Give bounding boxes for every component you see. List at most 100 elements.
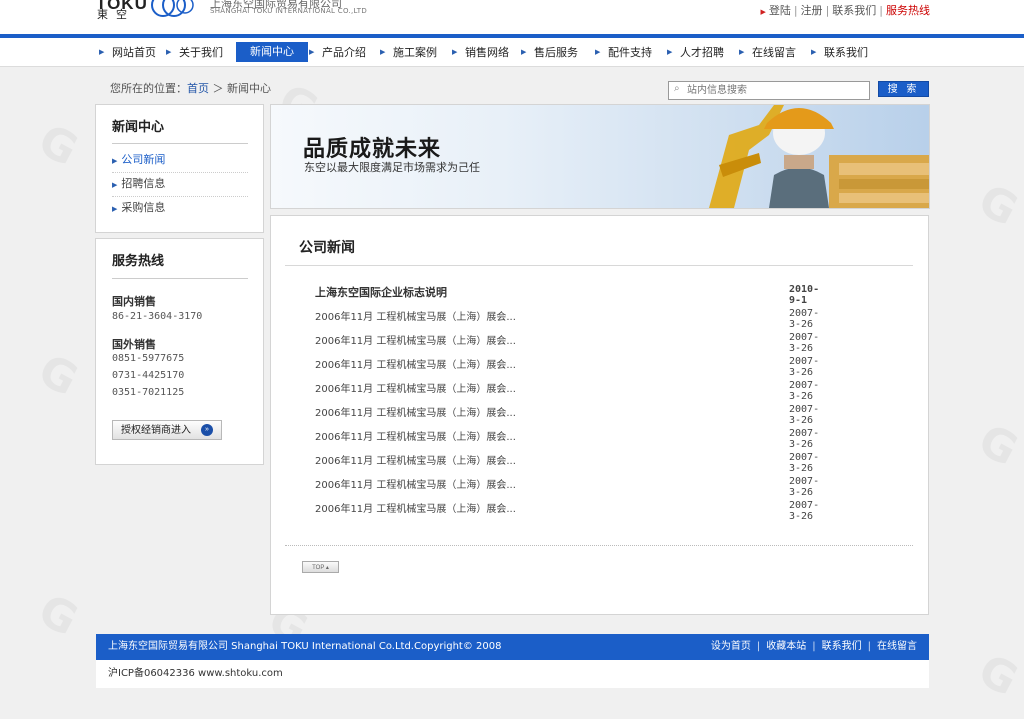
news-date: 2007-3-26 <box>789 308 820 330</box>
bookmark-link[interactable]: 收藏本站 <box>766 641 806 652</box>
news-title: 上海东空国际企业标志说明 <box>315 286 447 299</box>
news-title: 2006年11月 工程机械宝马展（上海）展会... <box>315 384 516 395</box>
nav-arrow-icon: ▶ <box>667 48 673 56</box>
nav-item-careers[interactable]: ▶ 人才招聘 <box>664 44 730 64</box>
nav-arrow-icon: ▶ <box>309 48 315 56</box>
news-title: 2006年11月 工程机械宝马展（上海）展会... <box>315 480 516 491</box>
domestic-phone: 86-21-3604-3170 <box>112 311 203 322</box>
news-list-title: 公司新闻 <box>299 240 355 256</box>
watermark: G <box>30 115 86 177</box>
dealer-login-button[interactable]: 授权经销商进入» <box>112 420 222 440</box>
watermark: G <box>970 415 1024 477</box>
sidebar-item-recruitment[interactable]: ▶ 招聘信息 <box>112 174 248 197</box>
arrow-icon: ▶ <box>112 157 118 165</box>
search-icon: ⌕ <box>674 83 680 94</box>
news-title: 2006年11月 工程机械宝马展（上海）展会... <box>315 504 516 515</box>
register-link[interactable]: 注册 <box>801 4 823 17</box>
divider <box>285 545 913 546</box>
nav-item-news[interactable]: 新闻中心 <box>236 42 308 62</box>
news-title: 2006年11月 工程机械宝马展（上海）展会... <box>315 432 516 443</box>
footer-contact-link[interactable]: 联系我们 <box>822 641 862 652</box>
search-button[interactable]: 搜 索 <box>878 81 929 97</box>
top-links: ▶ 登陆 | 注册 | 联系我们 | 服务热线 <box>760 4 930 17</box>
watermark: G <box>970 645 1024 707</box>
search-input[interactable] <box>687 83 863 97</box>
divider <box>112 278 248 279</box>
news-title: 2006年11月 工程机械宝马展（上海）展会... <box>315 336 516 347</box>
news-item[interactable]: 2006年11月 工程机械宝马展（上海）展会... 2007-3-26 <box>315 308 819 330</box>
nav-item-sales-network[interactable]: ▶ 销售网络 <box>449 44 515 64</box>
nav-arrow-icon: ▶ <box>811 48 817 56</box>
news-item[interactable]: 2006年11月 工程机械宝马展（上海）展会... 2007-3-26 <box>315 356 819 378</box>
logo-rings-icon <box>151 0 194 17</box>
sidebar-item-procurement[interactable]: ▶ 采购信息 <box>112 198 248 220</box>
arrow-icon: ▶ <box>112 181 118 189</box>
news-date: 2007-3-26 <box>789 476 820 498</box>
nav-item-about[interactable]: ▶ 关于我们 <box>163 44 229 64</box>
hotline-link[interactable]: 服务热线 <box>886 4 930 17</box>
back-to-top-button[interactable]: TOP ▴ <box>302 561 339 573</box>
footer-copyright: 上海东空国际贸易有限公司 Shanghai TOKU International… <box>108 641 502 652</box>
nav-item-message[interactable]: ▶ 在线留言 <box>736 44 802 64</box>
watermark: G <box>970 175 1024 237</box>
news-title: 2006年11月 工程机械宝马展（上海）展会... <box>315 456 516 467</box>
nav-arrow-icon: ▶ <box>595 48 601 56</box>
nav-item-cases[interactable]: ▶ 施工案例 <box>377 44 443 64</box>
login-link[interactable]: 登陆 <box>769 4 791 17</box>
sidebar-hotline-panel: 服务热线 国内销售 86-21-3604-3170 国外销售 0851-5977… <box>95 238 264 465</box>
nav-item-parts[interactable]: ▶ 配件支持 <box>592 44 658 64</box>
sidebar-item-company-news[interactable]: ▶ 公司新闻 <box>112 150 248 173</box>
news-item[interactable]: 2006年11月 工程机械宝马展（上海）展会... 2007-3-26 <box>315 404 819 426</box>
news-list-panel: 公司新闻 上海东空国际企业标志说明 2010-9-1 2006年11月 工程机械宝… <box>270 215 929 615</box>
overseas-sales-label: 国外销售 <box>112 338 156 351</box>
footer-message-link[interactable]: 在线留言 <box>877 641 917 652</box>
news-item[interactable]: 上海东空国际企业标志说明 2010-9-1 <box>315 284 819 306</box>
nav-item-home[interactable]: ▶ 网站首页 <box>96 44 162 64</box>
nav-item-after-sales[interactable]: ▶ 售后服务 <box>518 44 584 64</box>
nav-arrow-icon: ▶ <box>380 48 386 56</box>
sidebar-hotline-title: 服务热线 <box>112 254 165 269</box>
sidebar-news-panel: 新闻中心 ▶ 公司新闻 ▶ 招聘信息 ▶ 采购信息 <box>95 104 264 233</box>
overseas-phone: 0731-4425170 <box>112 370 185 381</box>
nav-arrow-icon: ▶ <box>739 48 745 56</box>
nav-item-products[interactable]: ▶ 产品介绍 <box>306 44 372 64</box>
footer-icp: 沪ICP备06042336 www.shtoku.com <box>96 660 929 688</box>
nav-item-contact[interactable]: ▶ 联系我们 <box>808 44 874 64</box>
footer-bar: 上海东空国际贸易有限公司 Shanghai TOKU International… <box>96 634 929 660</box>
contact-link[interactable]: 联系我们 <box>832 4 876 17</box>
nav-arrow-icon: ▶ <box>521 48 527 56</box>
divider <box>112 143 248 144</box>
footer-links: 设为首页 | 收藏本站 | 联系我们 | 在线留言 <box>710 641 917 652</box>
news-date: 2007-3-26 <box>789 356 820 378</box>
banner-subtitle: 东空以最大限度满足市场需求为己任 <box>304 161 480 174</box>
news-item[interactable]: 2006年11月 工程机械宝马展（上海）展会... 2007-3-26 <box>315 380 819 402</box>
arrow-icon: ▶ <box>112 205 118 213</box>
news-date: 2007-3-26 <box>789 332 820 354</box>
breadcrumb: 您所在的位置：首页 ＞ 新闻中心 <box>110 82 271 95</box>
news-date: 2007-3-26 <box>789 380 820 402</box>
worker-illustration <box>709 105 929 208</box>
news-item[interactable]: 2006年11月 工程机械宝马展（上海）展会... 2007-3-26 <box>315 476 819 498</box>
news-item[interactable]: 2006年11月 工程机械宝马展（上海）展会... 2007-3-26 <box>315 500 819 522</box>
news-item[interactable]: 2006年11月 工程机械宝马展（上海）展会... 2007-3-26 <box>315 428 819 450</box>
news-date: 2007-3-26 <box>789 452 820 474</box>
news-item[interactable]: 2006年11月 工程机械宝马展（上海）展会... 2007-3-26 <box>315 332 819 354</box>
nav-arrow-icon: ▶ <box>99 48 105 56</box>
news-date: 2007-3-26 <box>789 404 820 426</box>
news-date: 2007-3-26 <box>789 428 820 450</box>
overseas-phone: 0351-7021125 <box>112 387 185 398</box>
breadcrumb-current: 新闻中心 <box>227 82 271 95</box>
news-date: 2010-9-1 <box>789 284 820 306</box>
company-name-en: SHANGHAI TOKU INTERNATIONAL CO.,LTD <box>210 7 368 15</box>
news-date: 2007-3-26 <box>789 500 820 522</box>
nav-arrow-icon: ▶ <box>452 48 458 56</box>
news-item[interactable]: 2006年11月 工程机械宝马展（上海）展会... 2007-3-26 <box>315 452 819 474</box>
news-title: 2006年11月 工程机械宝马展（上海）展会... <box>315 408 516 419</box>
nav-arrow-icon: ▶ <box>166 48 172 56</box>
watermark: G <box>30 345 86 407</box>
arrow-icon: ▶ <box>760 8 766 16</box>
logo-chinese: 東空 <box>97 8 135 21</box>
sidebar-news-title: 新闻中心 <box>112 120 165 135</box>
set-homepage-link[interactable]: 设为首页 <box>711 641 751 652</box>
breadcrumb-home-link[interactable]: 首页 <box>187 82 209 95</box>
